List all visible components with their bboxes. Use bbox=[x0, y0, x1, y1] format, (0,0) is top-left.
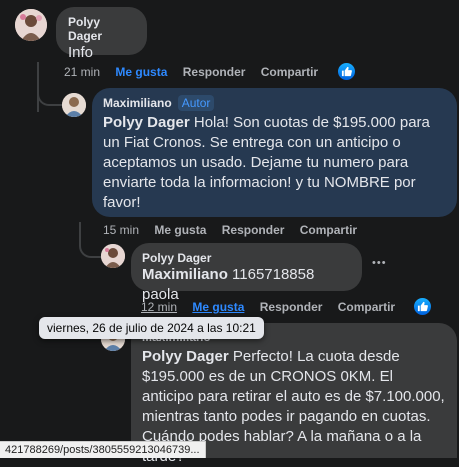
share-button[interactable]: Compartir bbox=[261, 65, 318, 79]
comment-text: Info bbox=[68, 44, 94, 61]
like-button[interactable]: Me gusta bbox=[115, 65, 167, 79]
comment-time[interactable]: 15 min bbox=[103, 223, 139, 237]
comment-author[interactable]: Polyy Dager bbox=[68, 15, 135, 43]
mention-tag[interactable]: Polyy Dager bbox=[103, 114, 190, 131]
comment-header: Maximiliano Autor bbox=[103, 95, 446, 111]
comment-bubble: Polyy Dager Info bbox=[56, 7, 147, 61]
thread-line bbox=[79, 222, 103, 258]
thumbs-up-icon[interactable] bbox=[412, 296, 433, 317]
reply-button[interactable]: Responder bbox=[183, 65, 246, 79]
mention-tag[interactable]: Polyy Dager bbox=[142, 348, 229, 365]
share-button[interactable]: Compartir bbox=[300, 223, 357, 237]
like-button[interactable]: Me gusta bbox=[154, 223, 206, 237]
comment-bubble: Maximiliano Autor Polyy Dager Hola! Son c… bbox=[92, 88, 457, 217]
comment-actions: 15 min Me gusta Responder Compartir bbox=[103, 223, 369, 237]
thumbs-up-icon[interactable] bbox=[336, 61, 357, 82]
comment-bubble: Polyy Dager Maximiliano 1165718858 paola bbox=[131, 243, 362, 303]
status-bar-url: 421788269/posts/3805559213046739... bbox=[0, 441, 206, 458]
avatar[interactable] bbox=[101, 244, 125, 268]
comment-bubble: Maximiliano Polyy Dager Perfecto! La cuo… bbox=[131, 323, 457, 465]
author-badge: Autor bbox=[177, 95, 215, 111]
more-options-icon[interactable]: ••• bbox=[372, 257, 387, 269]
comment-text: Polyy Dager Hola! Son cuotas de $195.000… bbox=[103, 113, 446, 213]
like-button[interactable]: Me gusta bbox=[192, 300, 244, 314]
mention-tag[interactable]: Maximiliano bbox=[142, 266, 228, 283]
avatar[interactable] bbox=[15, 9, 47, 41]
comment-time[interactable]: 21 min bbox=[64, 65, 100, 79]
timestamp-tooltip: viernes, 26 de julio de 2024 a las 10:21 bbox=[39, 317, 264, 339]
comment-author[interactable]: Maximiliano bbox=[103, 96, 172, 110]
reply-button[interactable]: Responder bbox=[222, 223, 285, 237]
comment-time[interactable]: 12 min bbox=[141, 300, 177, 314]
reply-button[interactable]: Responder bbox=[260, 300, 323, 314]
avatar[interactable] bbox=[62, 93, 86, 117]
share-button[interactable]: Compartir bbox=[338, 300, 395, 314]
comment-author[interactable]: Polyy Dager bbox=[142, 251, 351, 265]
comment-actions: 21 min Me gusta Responder Compartir bbox=[64, 65, 330, 79]
thread-line bbox=[37, 86, 63, 106]
comment-actions: 12 min Me gusta Responder Compartir bbox=[141, 300, 407, 314]
comment-text: Maximiliano 1165718858 paola bbox=[142, 265, 351, 305]
